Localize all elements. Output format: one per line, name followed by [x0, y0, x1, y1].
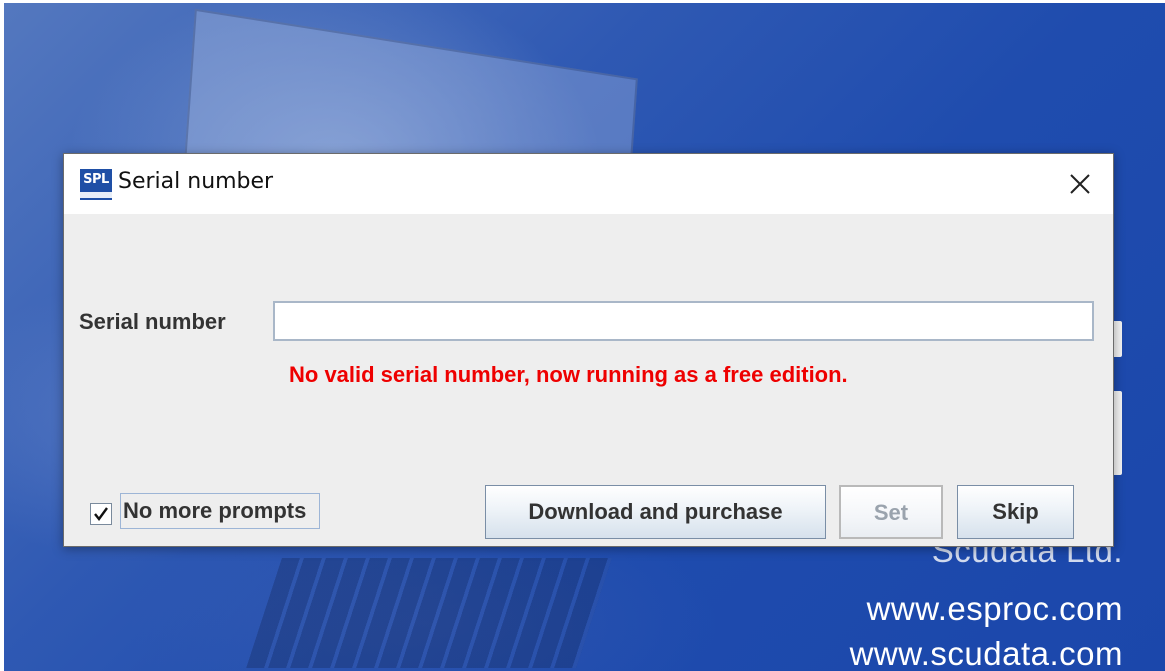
- close-button[interactable]: [1054, 162, 1106, 206]
- set-button[interactable]: Set: [839, 485, 943, 539]
- no-more-prompts-checkbox[interactable]: [90, 503, 112, 525]
- free-edition-warning: No valid serial number, now running as a…: [289, 362, 848, 387]
- splash-url-scudata: www.scudata.com: [849, 635, 1123, 671]
- spl-app-icon: SPL: [80, 169, 112, 200]
- window-title: Serial number: [118, 169, 274, 194]
- app-icon-subbar: [80, 192, 112, 198]
- app-icon-label: SPL: [83, 172, 109, 187]
- splash-keyboard-image: [246, 558, 612, 668]
- serial-number-label: Serial number: [79, 309, 226, 334]
- no-more-prompts-label[interactable]: No more prompts: [120, 493, 320, 529]
- skip-button[interactable]: Skip: [957, 485, 1074, 539]
- checkmark-icon: [94, 507, 108, 521]
- serial-number-dialog: SPL Serial number Serial number No valid…: [63, 153, 1114, 547]
- serial-number-input[interactable]: [273, 301, 1094, 341]
- splash-url-esproc: www.esproc.com: [866, 590, 1123, 627]
- close-icon: [1070, 174, 1090, 194]
- dialog-titlebar[interactable]: SPL Serial number: [64, 154, 1113, 214]
- download-and-purchase-button[interactable]: Download and purchase: [485, 485, 826, 539]
